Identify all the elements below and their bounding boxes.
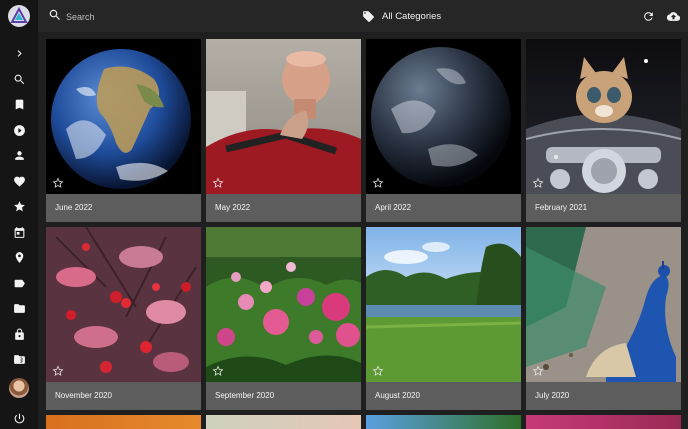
album-card[interactable]: April 2022 — [366, 39, 521, 222]
bookmark-icon[interactable] — [9, 94, 29, 114]
avatar[interactable] — [9, 378, 29, 398]
album-title: February 2021 — [535, 203, 588, 212]
category-select[interactable]: All Categories — [362, 7, 441, 25]
album-title: April 2022 — [375, 203, 412, 212]
favorite-star-icon[interactable] — [372, 176, 384, 188]
album-caption: November 2020 — [46, 382, 201, 410]
person-icon[interactable] — [9, 145, 29, 165]
upload-button[interactable] — [665, 8, 681, 24]
album-card[interactable] — [46, 415, 201, 429]
refresh-icon — [643, 11, 653, 21]
favorite-star-icon[interactable] — [52, 364, 64, 376]
search-icon[interactable] — [9, 69, 29, 89]
favorite-star-icon[interactable] — [532, 176, 544, 188]
refresh-button[interactable] — [640, 8, 656, 24]
app-logo[interactable] — [8, 5, 30, 27]
location-icon[interactable] — [9, 247, 29, 267]
cloud-upload-icon — [666, 11, 680, 21]
power-icon[interactable] — [9, 408, 29, 428]
album-thumbnail — [526, 39, 681, 194]
album-card[interactable]: November 2020 — [46, 227, 201, 410]
favorite-star-icon[interactable] — [52, 176, 64, 188]
album-thumbnail — [206, 227, 361, 382]
album-card[interactable] — [526, 415, 681, 429]
search-icon — [48, 8, 62, 22]
album-caption: July 2020 — [526, 382, 681, 410]
favorite-star-icon[interactable] — [372, 364, 384, 376]
heart-icon[interactable] — [9, 171, 29, 191]
calendar-icon[interactable] — [9, 222, 29, 242]
search-input[interactable] — [64, 6, 228, 28]
label-icon — [363, 10, 374, 22]
album-card[interactable] — [206, 415, 361, 429]
album-card[interactable]: July 2020 — [526, 227, 681, 410]
album-title: November 2020 — [55, 391, 112, 400]
album-thumbnail — [46, 227, 201, 382]
album-title: August 2020 — [375, 391, 420, 400]
favorite-star-icon[interactable] — [212, 364, 224, 376]
album-caption: June 2022 — [46, 194, 201, 222]
top-bar: All Categories — [38, 0, 688, 32]
album-thumbnail — [366, 227, 521, 382]
archive-folder-icon[interactable] — [9, 349, 29, 369]
star-icon[interactable] — [9, 196, 29, 216]
album-card[interactable]: May 2022 — [206, 39, 361, 222]
album-title: July 2020 — [535, 391, 570, 400]
album-title: June 2022 — [55, 203, 93, 212]
lock-icon[interactable] — [9, 324, 29, 344]
album-thumbnail — [526, 227, 681, 382]
album-thumbnail — [366, 39, 521, 194]
sidebar — [0, 0, 38, 429]
album-caption: April 2022 — [366, 194, 521, 222]
favorite-star-icon[interactable] — [532, 364, 544, 376]
album-card[interactable]: August 2020 — [366, 227, 521, 410]
album-caption: February 2021 — [526, 194, 681, 222]
chevron-right-icon[interactable] — [9, 43, 29, 63]
favorite-star-icon[interactable] — [212, 176, 224, 188]
folder-icon[interactable] — [9, 298, 29, 318]
album-thumbnail — [46, 39, 201, 194]
album-title: May 2022 — [215, 203, 251, 212]
label-icon[interactable] — [9, 273, 29, 293]
album-caption: May 2022 — [206, 194, 361, 222]
category-label: All Categories — [382, 10, 442, 22]
album-card[interactable]: February 2021 — [526, 39, 681, 222]
album-caption: September 2020 — [206, 382, 361, 410]
album-thumbnail — [206, 39, 361, 194]
album-card[interactable]: June 2022 — [46, 39, 201, 222]
album-card[interactable]: September 2020 — [206, 227, 361, 410]
album-card[interactable] — [366, 415, 521, 429]
album-caption: August 2020 — [366, 382, 521, 410]
album-title: September 2020 — [215, 391, 275, 400]
play-icon[interactable] — [9, 120, 29, 140]
